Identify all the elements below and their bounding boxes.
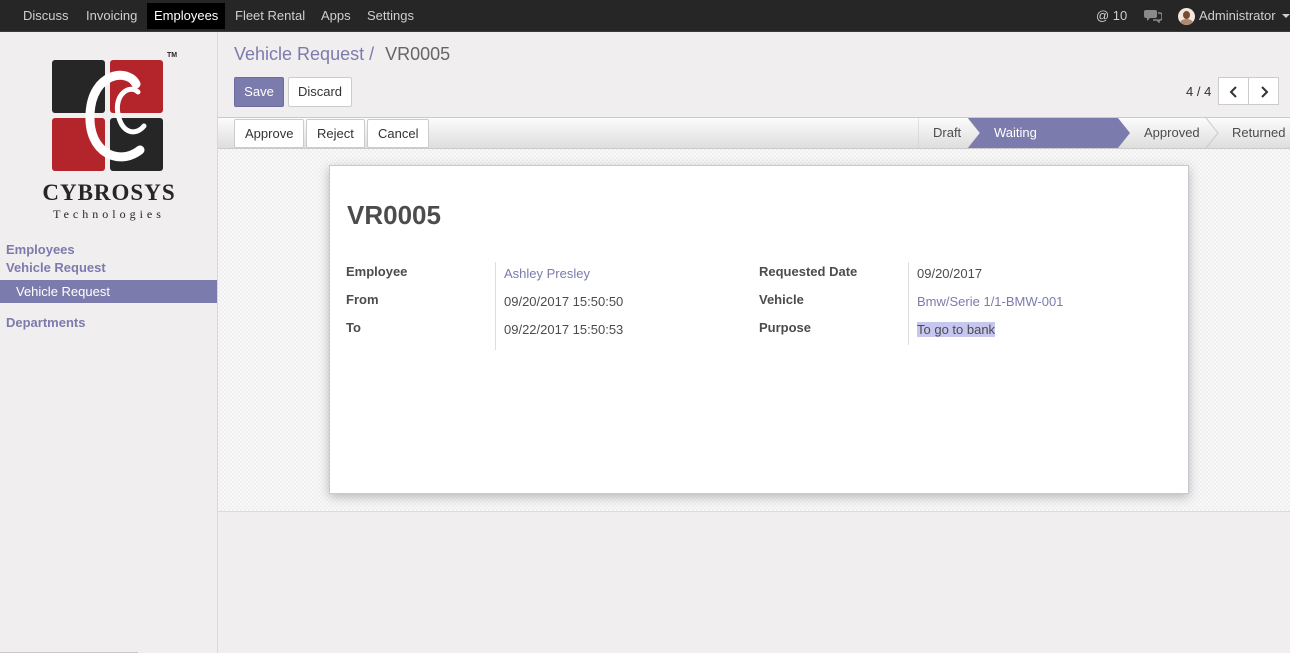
statusbar: Approve Reject Cancel Draft Waiting for …	[218, 117, 1290, 200]
breadcrumb: Vehicle Request / VR0005	[234, 44, 450, 65]
trademark: TM	[167, 52, 178, 59]
requested-date-field[interactable]: 09/20/2017	[917, 266, 982, 281]
from-label: From	[346, 292, 379, 307]
from-field[interactable]: 09/20/2017 15:50:50	[504, 294, 623, 309]
nav-settings[interactable]: Settings	[360, 0, 421, 32]
to-label: To	[346, 320, 361, 335]
cancel-button[interactable]: Cancel	[367, 119, 430, 148]
user-avatar[interactable]	[1178, 8, 1195, 25]
to-field[interactable]: 09/22/2017 15:50:53	[504, 322, 623, 337]
sidebar-item-vehicle-request[interactable]: Vehicle Request	[0, 280, 217, 303]
approve-button[interactable]: Approve	[234, 119, 305, 148]
stage-draft[interactable]: Draft	[933, 118, 961, 148]
top-navbar: Discuss Invoicing Employees Fleet Rental…	[0, 0, 1290, 32]
stage-approved[interactable]: Approved	[1144, 118, 1200, 148]
pager-value: 4 / 4	[1186, 84, 1212, 99]
nav-discuss[interactable]: Discuss	[16, 0, 76, 32]
form-sheet: VR0005 Employee Ashley Presley From 09/2…	[329, 165, 1189, 494]
vehicle-label: Vehicle	[759, 292, 804, 307]
breadcrumb-parent[interactable]: Vehicle Request	[234, 44, 364, 64]
breadcrumb-separator: /	[369, 44, 375, 64]
field-divider-right	[908, 262, 909, 345]
control-panel: Vehicle Request / VR0005 Save Discard 4 …	[218, 32, 1290, 117]
sidebar-scrollbar[interactable]	[0, 648, 138, 653]
nav-apps[interactable]: Apps	[314, 0, 358, 32]
nav-fleet-rental[interactable]: Fleet Rental	[228, 0, 312, 32]
purpose-label: Purpose	[759, 320, 812, 335]
sidebar-section-vehicle-request[interactable]: Vehicle Request	[6, 260, 106, 275]
chevron-down-icon	[1282, 14, 1290, 18]
field-divider-left	[495, 262, 496, 350]
pager-next-button[interactable]	[1248, 77, 1279, 105]
sidebar-section-departments[interactable]: Departments	[6, 315, 85, 330]
save-button[interactable]: Save	[234, 77, 284, 107]
stage-returned[interactable]: Returned	[1232, 118, 1285, 148]
chevron-left-icon	[1229, 86, 1237, 98]
pager-previous-button[interactable]	[1218, 77, 1249, 105]
chevron-right-icon	[1261, 86, 1269, 98]
vehicle-field[interactable]: Bmw/Serie 1/1-BMW-001	[917, 294, 1063, 309]
messages-indicator[interactable]: @ 10	[1096, 0, 1127, 32]
discard-button[interactable]: Discard	[288, 77, 352, 107]
user-menu[interactable]: Administrator	[1199, 0, 1276, 32]
nav-invoicing[interactable]: Invoicing	[79, 0, 144, 32]
record-title: VR0005	[347, 200, 441, 230]
stage-waiting-for-approval[interactable]: Waiting for Approval	[994, 118, 1045, 200]
reject-button[interactable]: Reject	[306, 119, 365, 148]
chat-icon[interactable]	[1144, 9, 1163, 24]
requested-date-label: Requested Date	[759, 264, 858, 279]
sidebar-section-employees[interactable]: Employees	[6, 242, 75, 257]
employee-label: Employee	[346, 264, 408, 279]
logo-text: CYBROSYS	[42, 180, 176, 205]
purpose-field[interactable]: To go to bank	[917, 322, 996, 337]
breadcrumb-current: VR0005	[385, 44, 451, 64]
sidebar: TM CYBROSYS Technologies Employees Vehic…	[0, 32, 218, 653]
logo-subtext: Technologies	[53, 207, 165, 221]
nav-employees[interactable]: Employees	[147, 3, 226, 29]
employee-field[interactable]: Ashley Presley	[504, 266, 590, 281]
